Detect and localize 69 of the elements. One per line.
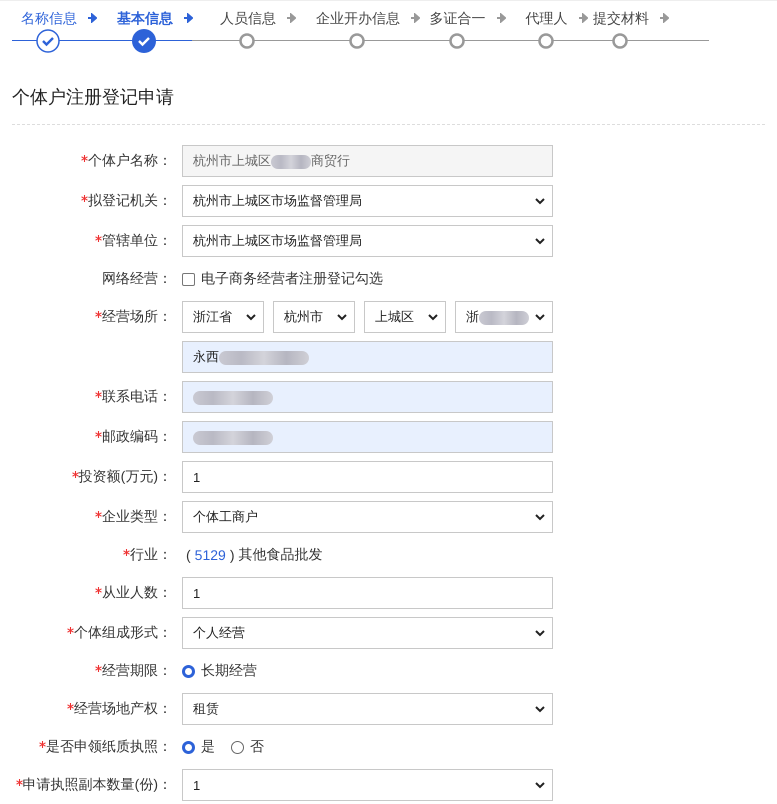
industry-code[interactable]: 5129 bbox=[194, 547, 226, 563]
radio-label: 否 bbox=[250, 738, 264, 756]
dropdown[interactable]: 浙 bbox=[455, 301, 553, 333]
field-label: 申请执照副本数量(份)： bbox=[16, 776, 172, 792]
radio-button[interactable] bbox=[231, 740, 244, 754]
caret-icon bbox=[534, 196, 546, 206]
step-label[interactable]: 基本信息 bbox=[117, 9, 173, 27]
caret-icon bbox=[336, 312, 348, 322]
dropdown[interactable]: 个体工商户 bbox=[182, 501, 553, 533]
field-label: 是否申领纸质执照： bbox=[39, 738, 172, 754]
field-label: 邮政编码： bbox=[95, 428, 172, 444]
field-label: 经营场所： bbox=[95, 308, 172, 324]
dropdown[interactable]: 上城区 bbox=[364, 301, 446, 333]
bracket: ( bbox=[186, 547, 191, 563]
dropdown[interactable]: 租赁 bbox=[182, 693, 553, 725]
step-label[interactable]: 代理人 bbox=[526, 9, 568, 27]
caret-icon bbox=[245, 312, 257, 322]
input-field[interactable]: 杭州市上城区 商贸行 bbox=[182, 145, 553, 177]
dropdown[interactable]: 杭州市上城区市场监督管理局 bbox=[182, 225, 553, 257]
radio-label: 长期经营 bbox=[201, 662, 257, 680]
arrow-icon bbox=[87, 13, 97, 23]
dropdown[interactable]: 杭州市上城区市场监督管理局 bbox=[182, 185, 553, 217]
field-label: 网络经营： bbox=[102, 270, 172, 286]
caret-icon bbox=[534, 512, 546, 522]
step-label[interactable]: 名称信息 bbox=[21, 9, 77, 27]
caret-icon bbox=[534, 236, 546, 246]
field-label: 管辖单位： bbox=[95, 232, 172, 248]
caret-icon bbox=[427, 312, 439, 322]
input-field[interactable] bbox=[182, 381, 553, 413]
dropdown[interactable]: 1 bbox=[182, 769, 553, 801]
input-field[interactable] bbox=[182, 421, 553, 453]
arrow-icon bbox=[286, 13, 296, 23]
field-label: 行业： bbox=[123, 546, 172, 562]
field-label: 投资额(万元)： bbox=[72, 468, 172, 484]
field-label: 经营场地产权： bbox=[67, 700, 172, 716]
page-title: 个体户注册登记申请 bbox=[12, 86, 175, 108]
radio-label: 是 bbox=[201, 738, 215, 756]
step-label[interactable]: 提交材料 bbox=[593, 9, 649, 27]
caret-icon bbox=[534, 312, 546, 322]
input-field[interactable]: 1 bbox=[182, 461, 553, 493]
field-label: 拟登记机关： bbox=[81, 192, 172, 208]
arrow-icon bbox=[410, 13, 420, 23]
input-field[interactable]: 永西 bbox=[182, 341, 553, 373]
field-label: 企业类型： bbox=[95, 508, 172, 524]
step-label[interactable]: 企业开办信息 bbox=[316, 9, 400, 27]
arrow-icon bbox=[496, 13, 506, 23]
caret-icon bbox=[534, 628, 546, 638]
dropdown[interactable]: 杭州市 bbox=[273, 301, 355, 333]
caret-icon bbox=[534, 780, 546, 790]
dropdown[interactable]: 浙江省 bbox=[182, 301, 264, 333]
step-label[interactable]: 人员信息 bbox=[220, 9, 276, 27]
field-label: 经营期限： bbox=[95, 662, 172, 678]
checkbox-label: 电子商务经营者注册登记勾选 bbox=[201, 270, 383, 288]
arrow-icon bbox=[183, 13, 193, 23]
arrow-icon bbox=[578, 13, 588, 23]
arrow-icon bbox=[659, 13, 669, 23]
radio-button[interactable] bbox=[182, 664, 195, 678]
field-label: 从业人数： bbox=[95, 584, 172, 600]
caret-icon bbox=[534, 704, 546, 714]
field-label: 个体户名称： bbox=[81, 152, 172, 168]
field-label: 个体组成形式： bbox=[67, 624, 172, 640]
checkbox[interactable] bbox=[182, 272, 195, 286]
bracket: ) bbox=[230, 547, 234, 563]
radio-button[interactable] bbox=[182, 740, 195, 754]
step-label[interactable]: 多证合一 bbox=[430, 9, 486, 27]
dropdown[interactable]: 个人经营 bbox=[182, 617, 553, 649]
input-field[interactable]: 1 bbox=[182, 577, 553, 609]
industry-name: 其他食品批发 bbox=[238, 546, 322, 564]
field-label: 联系电话： bbox=[95, 388, 172, 404]
